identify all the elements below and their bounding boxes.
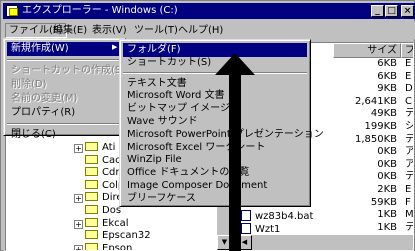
menu-edit[interactable]: 編集(E) [50,23,90,38]
file-menu: 新規作成(W) ▶ ショートカットの作成(S) 削除(D) 名前の変更(M) プロパティ(… [3,38,126,140]
file-menu-item[interactable]: プロパティ(R) [7,106,122,120]
file-menu-item[interactable]: 閉じる(C) [7,128,122,142]
tree-item-label: Ekcal [102,217,129,229]
menu-bar: ファイル(F) 編集(E) 表示(V) ツール(T) ヘルプ(H) [3,21,415,39]
expand-toggle-icon[interactable]: + [74,219,83,229]
tree-item[interactable]: + Ati [74,141,115,154]
window-title: エクスプローラー - Windows (C:) [22,5,178,16]
folder-icon [85,230,98,240]
submenu-arrow-icon: ▶ [112,43,118,51]
file-menu-item: ショートカットの作成(S) [11,65,126,76]
tree-item-label: Ati [102,142,116,153]
folder-icon [85,179,98,189]
file-size-cell: 1KB [377,221,397,233]
tree-item[interactable]: + Ekcal [74,217,129,230]
file-menu-item: 削除(D) [11,79,47,90]
expand-toggle-icon[interactable]: + [74,244,83,250]
list-hscrollbar[interactable]: ◀ [237,235,413,250]
file-name: Wzt1 [255,224,281,235]
menu-help[interactable]: ヘルプ(H) [175,23,226,38]
folder-icon [85,205,98,214]
folder-icon [85,167,98,177]
file-menu-item: 名前の変更(M) [11,93,78,104]
maximize-button[interactable]: □ [385,5,398,17]
folder-icon [85,154,98,164]
title-bar[interactable]: エクスプローラー - Windows (C:) _ □ × [3,3,415,19]
folder-icon [85,192,98,202]
file-menu-item[interactable]: 新規作成(W) [7,42,122,56]
folder-icon [85,242,98,250]
tree-item-label: Epscan32 [102,230,151,242]
expand-toggle-icon[interactable]: + [74,194,83,204]
folder-icon [85,142,98,151]
close-button[interactable]: × [401,5,414,17]
tree-item[interactable]: Epscan32 [74,229,151,242]
explorer-window: エクスプローラー - Windows (C:) _ □ × ファイル(F) 編集… [0,0,415,251]
drive-icon [6,5,18,17]
file-type-cell: テ [405,221,414,233]
size-column-header[interactable]: サイズ [333,43,401,58]
type-column-header[interactable]: ファ [401,43,413,58]
menu-separator [7,59,122,61]
tree-item[interactable]: Dos [74,204,121,217]
menu-view[interactable]: 表示(V) [89,23,130,38]
pointer-arrow-icon [215,53,255,251]
tree-item[interactable]: + Epson [74,242,133,251]
menu-tools[interactable]: ツール(T) [131,23,181,38]
tree-item-label: Epson [102,242,133,251]
file-name: wz83b4.bat [255,211,314,222]
expand-toggle-icon[interactable]: + [74,144,83,153]
menu-separator [7,123,122,125]
minimize-button[interactable]: _ [371,5,384,17]
folder-icon [85,217,98,227]
